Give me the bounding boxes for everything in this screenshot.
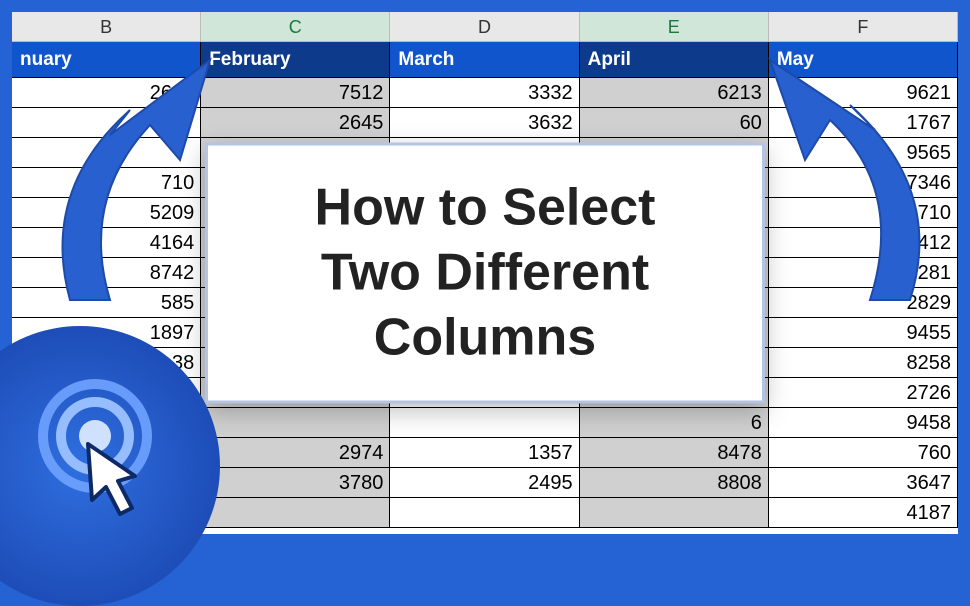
- cell[interactable]: 7346: [769, 168, 958, 198]
- cell[interactable]: [390, 498, 579, 528]
- cell[interactable]: 6: [580, 408, 769, 438]
- cell[interactable]: 8281: [769, 258, 958, 288]
- cell[interactable]: 3647: [769, 468, 958, 498]
- cell[interactable]: 60: [580, 108, 769, 138]
- month-march[interactable]: March: [390, 42, 579, 78]
- month-february[interactable]: February: [201, 42, 390, 78]
- col-header-e[interactable]: E: [580, 12, 769, 41]
- cell[interactable]: 3332: [390, 78, 579, 108]
- col-header-d[interactable]: D: [390, 12, 579, 41]
- cell[interactable]: 4164: [12, 228, 201, 258]
- cursor-icon: [10, 366, 180, 536]
- column-header-row: B C D E F: [12, 12, 958, 42]
- cell[interactable]: 9565: [769, 138, 958, 168]
- cell[interactable]: 1767: [769, 108, 958, 138]
- cell[interactable]: 5209: [12, 198, 201, 228]
- cell[interactable]: 8478: [580, 438, 769, 468]
- cell[interactable]: 6213: [580, 78, 769, 108]
- cell[interactable]: 2829: [769, 288, 958, 318]
- cell[interactable]: 1357: [390, 438, 579, 468]
- col-header-f[interactable]: F: [769, 12, 958, 41]
- cell[interactable]: [201, 408, 390, 438]
- month-april[interactable]: April: [580, 42, 769, 78]
- cell[interactable]: 710: [12, 168, 201, 198]
- cell[interactable]: 760: [769, 438, 958, 468]
- cell[interactable]: 2974: [201, 438, 390, 468]
- col-header-c[interactable]: C: [201, 12, 390, 41]
- cell[interactable]: 9621: [769, 78, 958, 108]
- cell[interactable]: 8742: [12, 258, 201, 288]
- cell[interactable]: 8258: [769, 348, 958, 378]
- cell[interactable]: 9455: [769, 318, 958, 348]
- cell[interactable]: 412: [769, 228, 958, 258]
- title-line-3: Columns: [228, 306, 742, 371]
- month-may[interactable]: May: [769, 42, 958, 78]
- table-row: 26807512333262139621: [12, 78, 958, 108]
- month-january[interactable]: nuary: [12, 42, 201, 78]
- title-card: How to Select Two Different Columns: [205, 143, 765, 404]
- cell[interactable]: [12, 138, 201, 168]
- cell[interactable]: [390, 408, 579, 438]
- title-text: How to Select Two Different Columns: [228, 176, 742, 371]
- cell[interactable]: [12, 108, 201, 138]
- cell[interactable]: 2645: [201, 108, 390, 138]
- cell[interactable]: 585: [12, 288, 201, 318]
- cell[interactable]: 4187: [769, 498, 958, 528]
- col-header-b[interactable]: B: [12, 12, 201, 41]
- cell[interactable]: [580, 498, 769, 528]
- cell[interactable]: 2726: [769, 378, 958, 408]
- cell[interactable]: 3780: [201, 468, 390, 498]
- cell[interactable]: 2680: [12, 78, 201, 108]
- month-header-row: nuary February March April May: [12, 42, 958, 78]
- title-line-1: How to Select: [228, 176, 742, 241]
- cell[interactable]: 2495: [390, 468, 579, 498]
- cell[interactable]: 8808: [580, 468, 769, 498]
- cell[interactable]: 9458: [769, 408, 958, 438]
- cell[interactable]: 3632: [390, 108, 579, 138]
- title-line-2: Two Different: [228, 241, 742, 306]
- cell[interactable]: 7512: [201, 78, 390, 108]
- table-row: 26453632601767: [12, 108, 958, 138]
- cell[interactable]: 8710: [769, 198, 958, 228]
- cell[interactable]: [201, 498, 390, 528]
